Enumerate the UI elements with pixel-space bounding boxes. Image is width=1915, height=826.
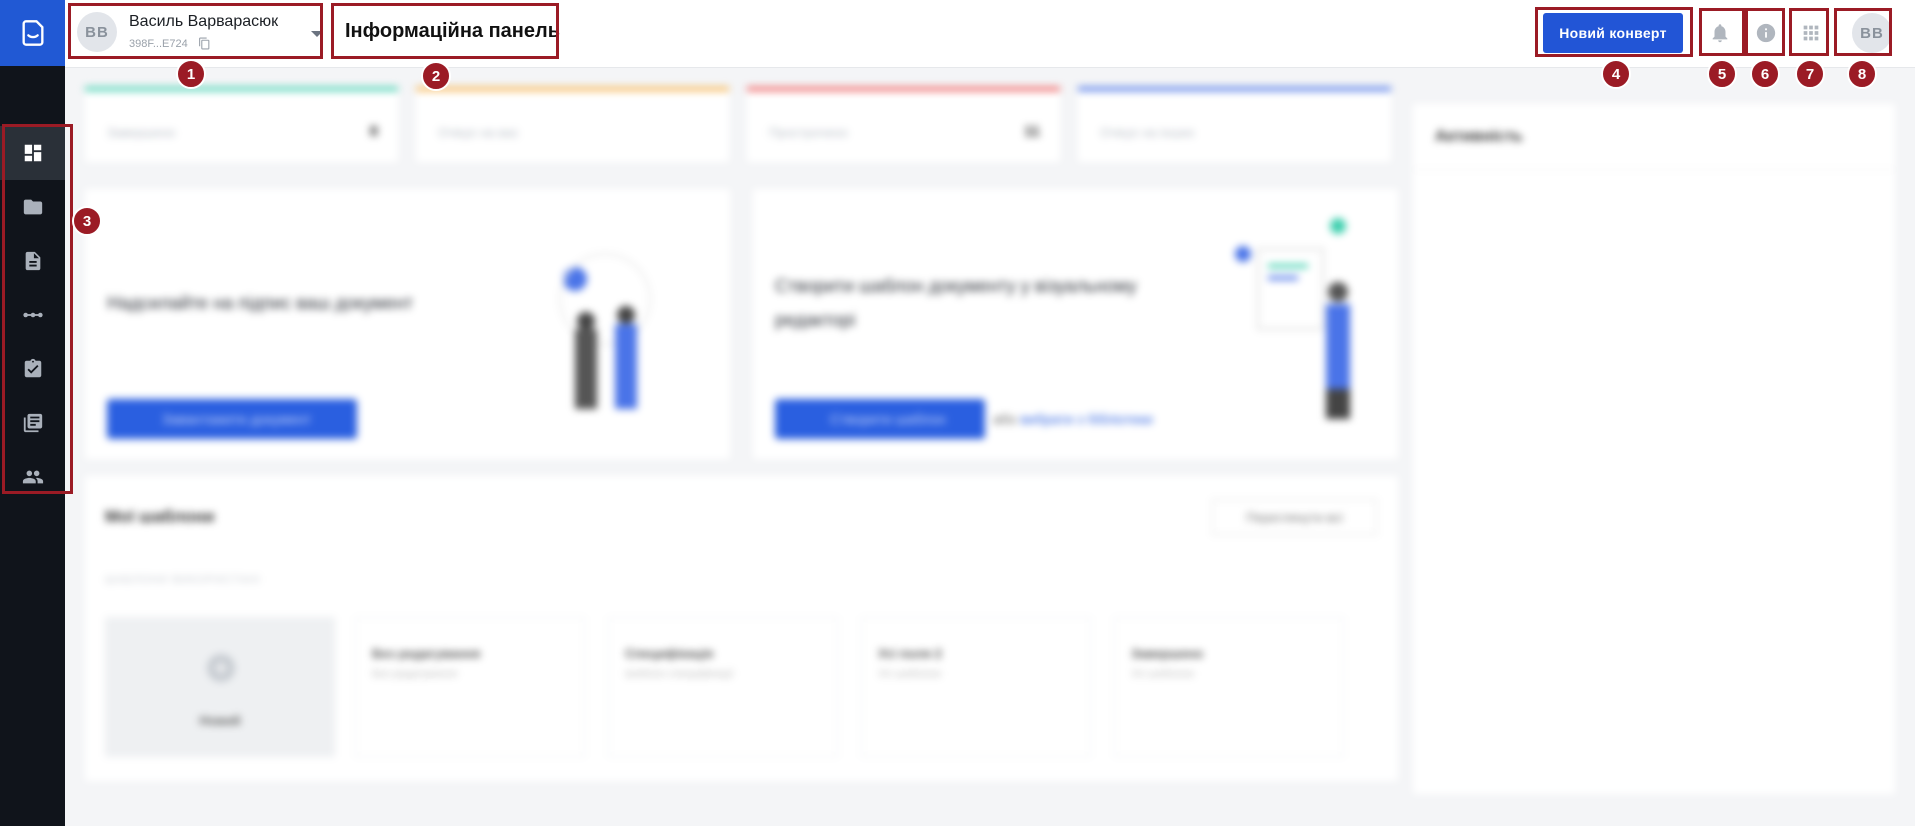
stat-card-awaiting-others[interactable]: Очікує на інших xyxy=(1078,87,1391,162)
or-text: або xyxy=(993,411,1017,427)
stat-label: Очікує на інших xyxy=(1100,125,1195,140)
document-logo-icon xyxy=(22,20,43,46)
highlight-apps xyxy=(1789,8,1829,56)
template-tile[interactable]: Усі поля 2 Усі шаблони xyxy=(861,617,1091,757)
template-subtitle: Усі шаблони xyxy=(1131,668,1194,680)
new-template-tile[interactable]: Новий xyxy=(105,617,335,757)
template-name: Завершено xyxy=(1131,646,1204,661)
template-subtitle: Шаблон специфікації xyxy=(625,668,734,680)
template-name: Усі поля 2 xyxy=(878,646,942,661)
stat-card-completed[interactable]: Завершено 8 xyxy=(85,87,398,162)
stat-value: 8 xyxy=(369,123,378,140)
templates-subtitle: ШАБЛОНИ ВИКОРИСТАНІ xyxy=(105,574,261,586)
annotation-badge: 1 xyxy=(176,59,206,89)
annotation-badge: 4 xyxy=(1601,59,1631,89)
annotation-badge: 5 xyxy=(1707,59,1737,89)
highlight-notifications xyxy=(1699,8,1745,56)
highlight-info xyxy=(1745,8,1785,56)
templates-title: Мої шаблони xyxy=(105,507,215,526)
annotation-badge: 6 xyxy=(1750,59,1780,89)
people-illustration xyxy=(559,253,651,409)
template-name: Без редагування xyxy=(372,646,481,661)
stat-card-overdue[interactable]: Прострочено 11 xyxy=(747,87,1060,162)
highlight-avatar xyxy=(1834,8,1892,56)
annotation-badge: 8 xyxy=(1847,59,1877,89)
stat-label: Прострочено xyxy=(769,125,848,140)
choose-from-library-link[interactable]: вибрати з бібліотеки xyxy=(1020,411,1152,427)
add-icon xyxy=(207,654,235,682)
stat-value: 11 xyxy=(1024,123,1040,140)
view-all-button[interactable]: Переглянути всі xyxy=(1212,499,1377,535)
annotation-badge: 7 xyxy=(1795,59,1825,89)
stat-card-awaiting-you[interactable]: Очікує на вас xyxy=(416,87,729,162)
highlight-sidebar xyxy=(2,124,73,494)
template-subtitle: Без редагування xyxy=(372,668,458,680)
template-tile[interactable]: Специфікація Шаблон специфікації xyxy=(608,617,838,757)
activity-panel: Активність xyxy=(1413,104,1895,794)
annotation-badge: 2 xyxy=(421,61,451,91)
new-template-label: Новий xyxy=(199,713,241,728)
template-tile[interactable]: Без редагування Без редагування xyxy=(355,617,585,757)
highlight-account xyxy=(68,3,323,59)
annotation-badge: 3 xyxy=(72,206,102,236)
divider xyxy=(1413,169,1895,170)
template-name: Специфікація xyxy=(625,646,714,661)
upload-document-button[interactable]: Завантажити документ xyxy=(107,399,357,439)
activity-title: Активність xyxy=(1435,128,1523,145)
create-template-button[interactable]: Створити шаблон xyxy=(775,399,985,439)
sign-document-card: Надсилайте на підпис ваш документ Завант… xyxy=(85,189,730,459)
stat-label: Завершено xyxy=(107,125,176,140)
editor-illustration xyxy=(1235,218,1350,419)
sign-card-title: Надсилайте на підпис ваш документ xyxy=(107,293,413,313)
template-card-title: Створити шаблон документу у візуальному … xyxy=(775,276,1137,330)
highlight-new-envelope xyxy=(1535,7,1693,57)
stat-label: Очікує на вас xyxy=(438,125,519,140)
template-subtitle: Усі шаблони xyxy=(878,668,941,680)
app-logo[interactable] xyxy=(0,0,65,66)
highlight-title xyxy=(331,3,559,59)
template-tile[interactable]: Завершено Усі шаблони xyxy=(1114,617,1344,757)
dashboard-content: Завершено 8 Очікує на вас Прострочено 11… xyxy=(65,69,1915,826)
create-template-card: Створити шаблон документу у візуальному … xyxy=(753,189,1398,459)
